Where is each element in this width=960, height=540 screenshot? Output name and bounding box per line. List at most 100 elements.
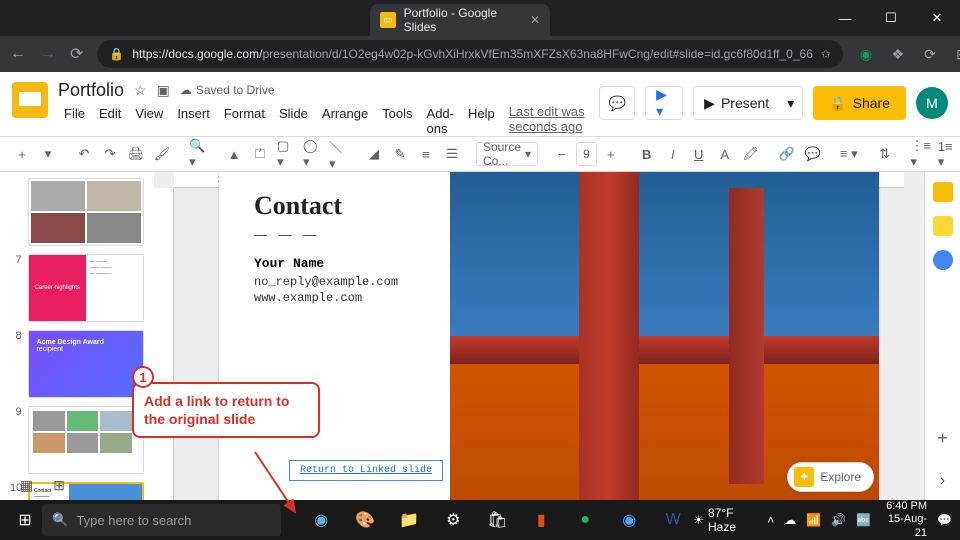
- tray-chevron-icon[interactable]: ˄: [767, 513, 774, 527]
- onedrive-icon[interactable]: ☁: [784, 513, 796, 527]
- present-button[interactable]: ▶Present: [693, 86, 779, 120]
- font-size-plus[interactable]: +: [599, 141, 623, 167]
- sync-icon[interactable]: ⟳: [921, 45, 939, 63]
- spotify-app-icon[interactable]: ●: [565, 502, 605, 538]
- new-slide-dropdown[interactable]: ▾: [36, 141, 60, 167]
- address-bar[interactable]: 🔒 https://docs.google.com/presentation/d…: [97, 40, 843, 68]
- present-dropdown[interactable]: ▾: [779, 86, 803, 120]
- back-button[interactable]: ←: [10, 45, 26, 63]
- collections-icon[interactable]: ⊞: [953, 45, 960, 63]
- font-family-select[interactable]: Source Co...▾: [476, 142, 538, 166]
- zoom-button[interactable]: 🔍 ▾: [186, 141, 210, 167]
- bold-button[interactable]: B: [635, 141, 659, 167]
- browser-tab[interactable]: ▭ Portfolio - Google Slides ✕: [370, 4, 550, 36]
- maximize-button[interactable]: ☐: [868, 0, 914, 36]
- qbit-app-icon[interactable]: ◉: [609, 502, 649, 538]
- calendar-icon[interactable]: [933, 182, 953, 202]
- shape-tool[interactable]: ◯ ▾: [300, 141, 324, 167]
- return-link-textbox[interactable]: Return to Linked slide: [289, 460, 443, 481]
- font-size-minus[interactable]: −: [550, 141, 574, 167]
- italic-button[interactable]: I: [661, 141, 685, 167]
- image-tool[interactable]: ▢ ▾: [274, 141, 298, 167]
- paint-format-button[interactable]: 🖌: [150, 141, 174, 167]
- share-button[interactable]: 🔒Share: [813, 86, 906, 120]
- thumb-9[interactable]: 9: [10, 406, 144, 474]
- menu-view[interactable]: View: [129, 104, 169, 138]
- comment-button[interactable]: 💬: [801, 141, 825, 167]
- font-size-input[interactable]: 9: [576, 142, 597, 166]
- extensions-icon[interactable]: ❖: [889, 45, 907, 63]
- account-avatar[interactable]: M: [916, 87, 948, 119]
- redo-button[interactable]: ↷: [98, 141, 122, 167]
- collapse-panel-icon[interactable]: ›: [940, 472, 945, 490]
- forward-button[interactable]: →: [40, 45, 56, 63]
- tasks-icon[interactable]: [933, 250, 953, 270]
- line-tool[interactable]: ＼ ▾: [326, 141, 350, 167]
- explore-button[interactable]: ✦ Explore: [787, 462, 874, 492]
- menu-tools[interactable]: Tools: [376, 104, 418, 138]
- word-app-icon[interactable]: W: [653, 502, 693, 538]
- slide-title[interactable]: Contact: [254, 191, 430, 221]
- paint-app-icon[interactable]: 🎨: [345, 502, 385, 538]
- slideshow-dropdown[interactable]: ▶ ▾: [645, 86, 683, 120]
- underline-button[interactable]: U: [687, 141, 711, 167]
- taskbar-search[interactable]: 🔍 Type here to search: [42, 504, 281, 536]
- print-button[interactable]: 🖨: [124, 141, 148, 167]
- last-edit-link[interactable]: Last edit was seconds ago: [509, 104, 589, 138]
- close-tab-icon[interactable]: ✕: [530, 13, 540, 27]
- menu-edit[interactable]: Edit: [93, 104, 127, 138]
- align-button[interactable]: ≡ ▾: [837, 141, 861, 167]
- favorite-icon[interactable]: ✩: [821, 47, 831, 61]
- border-weight-button[interactable]: ≡: [414, 141, 438, 167]
- slide-canvas[interactable]: Contact — — — Your Name no_reply@example…: [219, 172, 879, 500]
- menu-insert[interactable]: Insert: [171, 104, 216, 138]
- close-window-button[interactable]: ✕: [914, 0, 960, 36]
- numbered-list-button[interactable]: 1≡ ▾: [935, 141, 959, 167]
- comments-button[interactable]: 💬: [599, 86, 635, 120]
- border-style-button[interactable]: ☰: [440, 141, 464, 167]
- star-icon[interactable]: ☆: [134, 82, 147, 99]
- undo-button[interactable]: ↶: [72, 141, 96, 167]
- new-slide-button[interactable]: +: [10, 141, 34, 167]
- menu-slide[interactable]: Slide: [273, 104, 314, 138]
- add-addon-icon[interactable]: +: [933, 428, 953, 448]
- network-icon[interactable]: 📶: [806, 513, 821, 527]
- filmstrip-view-icon[interactable]: ▦: [20, 477, 33, 494]
- border-color-button[interactable]: ✎: [388, 141, 412, 167]
- extension-icon[interactable]: ◉: [857, 45, 875, 63]
- thumb-6[interactable]: [10, 178, 144, 246]
- link-button[interactable]: 🔗: [775, 141, 799, 167]
- textbox-tool[interactable]: ⏍: [248, 141, 272, 167]
- menu-help[interactable]: Help: [462, 104, 501, 138]
- contact-web[interactable]: www.example.com: [254, 291, 430, 305]
- volume-icon[interactable]: 🔊: [831, 513, 846, 527]
- menu-format[interactable]: Format: [218, 104, 271, 138]
- thumb-8[interactable]: 8Acme Design Awardrecipient: [10, 330, 144, 398]
- slide-filmstrip[interactable]: 7Career highlights— ———— ——— ——— 8Acme D…: [0, 172, 154, 500]
- fill-color-button[interactable]: ◢: [362, 141, 386, 167]
- bullet-list-button[interactable]: ⋮≡ ▾: [909, 141, 933, 167]
- move-icon[interactable]: ▣: [157, 82, 170, 99]
- slides-logo-icon[interactable]: [12, 82, 48, 118]
- taskbar-clock[interactable]: 6:40 PM 15-Aug-21: [881, 500, 927, 540]
- weather-widget[interactable]: ☀87°F Haze: [693, 506, 757, 534]
- start-button[interactable]: ⊞: [8, 502, 42, 538]
- contact-email[interactable]: no_reply@example.com: [254, 275, 430, 289]
- reload-button[interactable]: ⟳: [70, 44, 83, 64]
- menu-file[interactable]: File: [58, 104, 91, 138]
- grid-view-icon[interactable]: ⊞: [53, 477, 65, 494]
- minimize-button[interactable]: —: [822, 0, 868, 36]
- select-tool[interactable]: ▲: [222, 141, 246, 167]
- store-app-icon[interactable]: 🛍: [477, 502, 517, 538]
- notifications-icon[interactable]: 💬: [937, 513, 952, 527]
- language-icon[interactable]: 🔤: [856, 513, 871, 527]
- contact-name[interactable]: Your Name: [254, 256, 430, 271]
- text-color-button[interactable]: A: [713, 141, 737, 167]
- settings-app-icon[interactable]: ⚙: [433, 502, 473, 538]
- menu-arrange[interactable]: Arrange: [316, 104, 374, 138]
- document-title[interactable]: Portfolio: [58, 80, 124, 101]
- thumb-7[interactable]: 7Career highlights— ———— ——— ———: [10, 254, 144, 322]
- saved-status[interactable]: ☁Saved to Drive: [180, 83, 275, 97]
- keep-icon[interactable]: [933, 216, 953, 236]
- highlight-button[interactable]: 🖍: [739, 141, 763, 167]
